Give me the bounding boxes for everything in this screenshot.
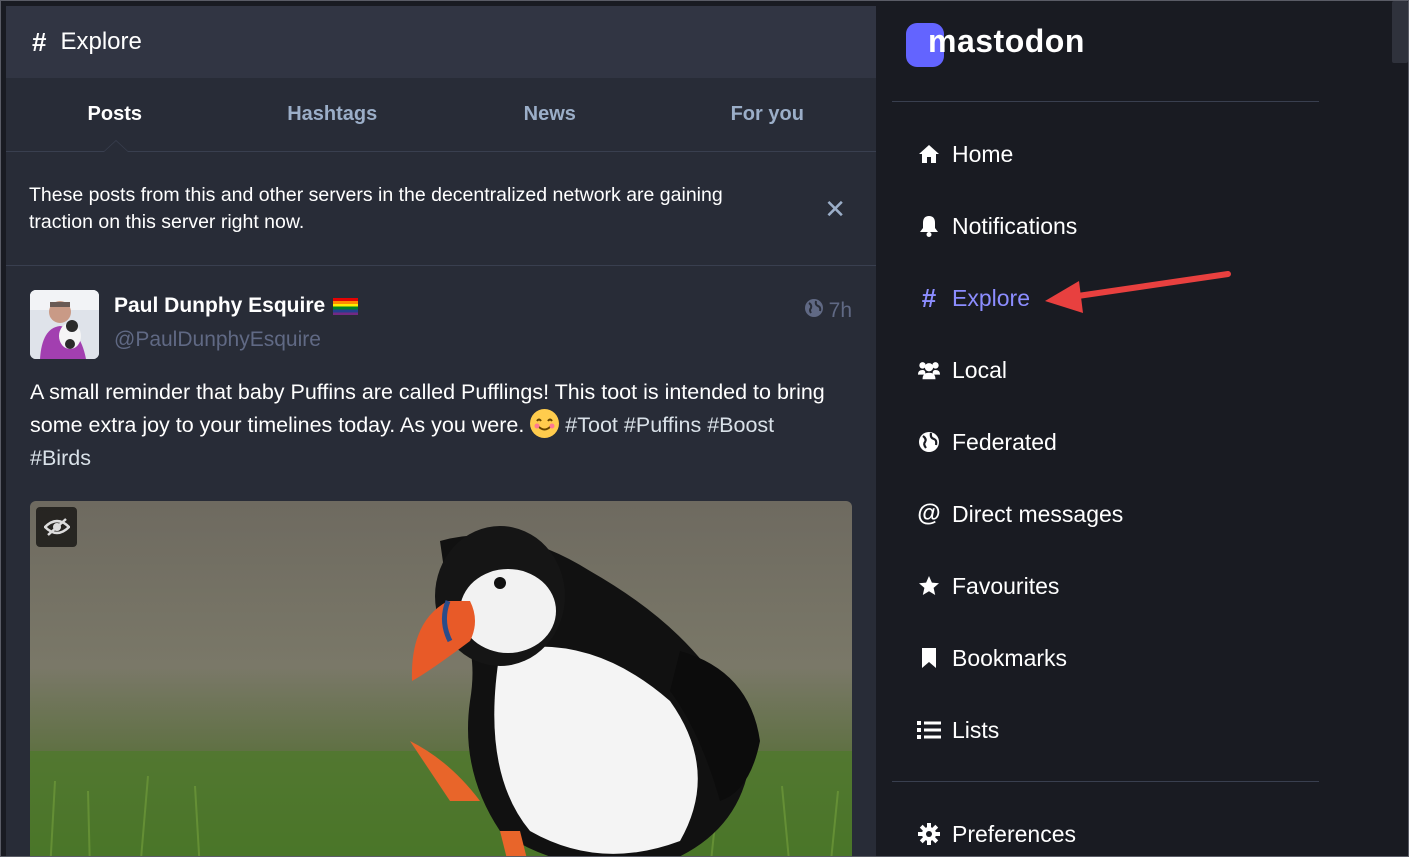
tab-label: Posts	[87, 103, 142, 125]
nav-item-favourites[interactable]: Favourites	[892, 550, 1319, 622]
rainbow-flag-icon	[333, 297, 359, 315]
mastodon-logo[interactable]: mastodon	[906, 19, 1085, 67]
post-content: A small reminder that baby Puffins are c…	[30, 376, 830, 475]
hashtag-icon: #	[921, 282, 937, 313]
home-icon	[917, 142, 941, 166]
globe-icon	[804, 298, 824, 324]
status-post[interactable]: Paul Dunphy Esquire @PaulDunphyEsquire 7…	[6, 266, 876, 856]
hashtag-link[interactable]: #Boost	[707, 413, 774, 437]
nav-label: Notifications	[952, 212, 1078, 239]
column-title: Explore	[60, 28, 142, 55]
nav-label: Lists	[952, 716, 1000, 743]
logo-text: mastodon	[928, 22, 1085, 59]
tab-label: Hashtags	[287, 103, 378, 125]
nav-label: Direct messages	[952, 500, 1124, 527]
tab-news[interactable]: News	[441, 78, 659, 151]
nav-label: Federated	[952, 428, 1057, 455]
nav-item-lists[interactable]: Lists	[892, 694, 1319, 766]
nav-divider	[892, 781, 1319, 782]
globe-icon	[917, 430, 941, 454]
nav-label: Bookmarks	[952, 644, 1068, 671]
nav-item-notifications[interactable]: Notifications	[892, 190, 1319, 262]
gear-icon	[917, 822, 941, 846]
explore-column: # Explore Posts Hashtags News For you Th…	[6, 6, 876, 856]
post-time: 7h	[828, 299, 852, 322]
hashtag-icon: #	[32, 26, 47, 57]
nav-item-preferences[interactable]: Preferences	[892, 798, 1319, 856]
nav-item-federated[interactable]: Federated	[892, 406, 1319, 478]
nav-label: Preferences	[952, 820, 1077, 847]
scrollbar-thumb[interactable]	[1392, 1, 1408, 63]
close-icon[interactable]: ✕	[824, 196, 846, 223]
smiling-face-emoji-icon	[530, 409, 560, 438]
nav-item-direct-messages[interactable]: @ Direct messages	[892, 478, 1319, 550]
tab-label: News	[523, 103, 576, 125]
nav-label: Explore	[952, 284, 1030, 311]
tab-for-you[interactable]: For you	[659, 78, 877, 151]
list-icon	[917, 718, 941, 742]
hashtag-link[interactable]: #Toot	[565, 413, 618, 437]
nav-item-bookmarks[interactable]: Bookmarks	[892, 622, 1319, 694]
bookmark-icon	[917, 646, 941, 670]
scrollbar-track[interactable]	[1389, 1, 1408, 856]
banner-text: These posts from this and other servers …	[29, 184, 723, 233]
author-handle[interactable]: @PaulDunphyEsquire	[114, 328, 321, 352]
tab-hashtags[interactable]: Hashtags	[224, 78, 442, 151]
avatar[interactable]	[30, 290, 99, 359]
hide-media-button[interactable]	[36, 507, 77, 547]
nav-preferences-wrapper: Preferences	[892, 798, 1319, 856]
nav-divider	[892, 101, 1319, 102]
column-header[interactable]: # Explore	[6, 6, 876, 78]
nav-item-local[interactable]: Local	[892, 334, 1319, 406]
at-icon: @	[917, 500, 941, 527]
explore-tabs: Posts Hashtags News For you	[6, 78, 876, 152]
annotation-arrow-icon	[1045, 271, 1231, 313]
post-media-puffin-photo[interactable]	[30, 501, 852, 856]
nav-label: Home	[952, 140, 1014, 167]
users-icon	[917, 358, 941, 382]
app-frame: # Explore Posts Hashtags News For you Th…	[0, 0, 1409, 857]
author-display-name[interactable]: Paul Dunphy Esquire	[114, 294, 359, 318]
star-icon	[917, 574, 941, 598]
nav-item-home[interactable]: Home	[892, 118, 1319, 190]
hashtag-link[interactable]: #Birds	[30, 446, 91, 470]
bell-icon	[917, 214, 941, 238]
hashtag-link[interactable]: #Puffins	[624, 413, 701, 437]
tab-label: For you	[730, 103, 804, 125]
post-meta[interactable]: 7h	[804, 298, 852, 324]
nav-label: Local	[952, 356, 1007, 383]
navigation-panel: Home Notifications # Explore Local Feder…	[892, 118, 1319, 766]
explore-info-banner: These posts from this and other servers …	[6, 152, 876, 266]
active-tab-indicator	[103, 140, 129, 152]
eye-slash-icon	[43, 517, 70, 537]
display-name-text: Paul Dunphy Esquire	[114, 294, 326, 317]
post-text: A small reminder that baby Puffins are c…	[30, 380, 825, 437]
nav-label: Favourites	[952, 572, 1060, 599]
